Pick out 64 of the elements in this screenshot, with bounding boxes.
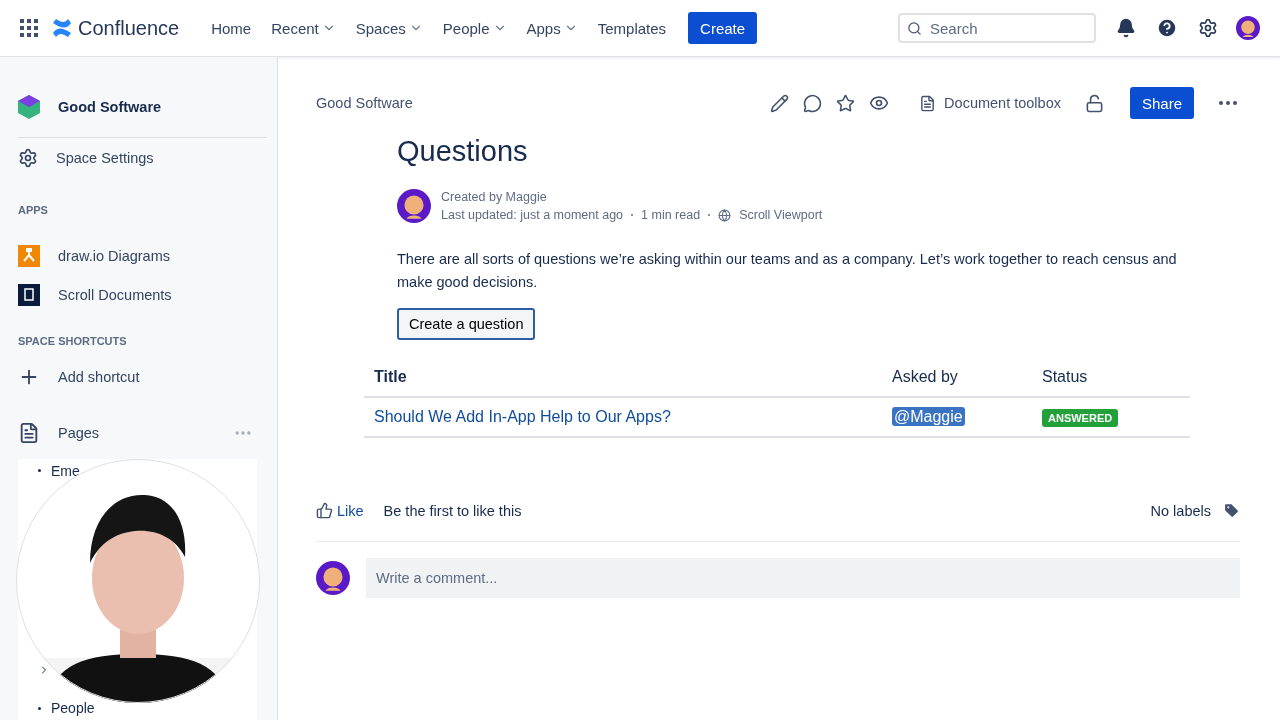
thumbs-up-icon xyxy=(316,502,333,519)
status-lozenge: ANSWERED xyxy=(1042,409,1119,427)
unlock-icon[interactable] xyxy=(1084,93,1104,113)
document-icon xyxy=(919,94,937,112)
star-icon[interactable] xyxy=(836,93,856,113)
sidebar-item[interactable]: Space Settings xyxy=(56,149,154,166)
section-heading: APPS xyxy=(18,203,49,216)
labels-text: No labels xyxy=(1150,502,1211,519)
logo-icon xyxy=(52,19,72,37)
share-button[interactable]: Share xyxy=(1129,87,1194,119)
column-header: Title xyxy=(364,354,882,397)
nav-item[interactable]: Spaces xyxy=(345,19,433,37)
avatar[interactable] xyxy=(316,561,350,595)
settings-icon xyxy=(18,147,38,168)
like-text: Be the first to like this xyxy=(383,502,522,519)
nav-item[interactable]: Templates xyxy=(587,19,677,37)
tag-icon[interactable] xyxy=(1223,502,1240,519)
nav-item[interactable]: People xyxy=(432,19,517,37)
nav-item[interactable]: Home xyxy=(201,19,262,37)
last-updated-text: Last updated: just a moment ago xyxy=(441,207,624,224)
column-header: Asked by xyxy=(882,354,1032,397)
user-mention[interactable]: @Maggie xyxy=(892,407,965,426)
page-icon xyxy=(18,422,40,444)
globe-icon xyxy=(718,208,732,222)
settings-icon[interactable] xyxy=(1198,18,1218,38)
page-title: Questions xyxy=(397,135,529,168)
product-name: Confluence xyxy=(78,16,180,40)
viewport-link[interactable]: Scroll Viewport xyxy=(739,206,823,224)
column-header: Status xyxy=(1032,354,1190,397)
avatar[interactable] xyxy=(397,189,431,223)
bullet-icon xyxy=(38,469,41,473)
section-heading: SPACE SHORTCUTS xyxy=(18,335,128,348)
like-button[interactable]: Like xyxy=(316,502,364,519)
notifications-icon[interactable] xyxy=(1116,18,1136,38)
search-field[interactable]: Search xyxy=(898,13,1096,43)
space-name[interactable]: Good Software xyxy=(58,98,162,115)
created-by-text: Created by Maggie xyxy=(441,189,548,206)
app-switcher-icon[interactable] xyxy=(20,19,38,37)
search-icon xyxy=(907,21,922,36)
watch-icon[interactable] xyxy=(869,93,890,113)
create-question-button[interactable]: Create a question xyxy=(397,308,536,340)
document-app-icon xyxy=(18,284,40,307)
body-text: There are all sorts of questions we’re asking within our teams and as a company. Let’s work together to reach census and make good decisions. xyxy=(397,250,1177,292)
avatar[interactable] xyxy=(1236,16,1260,40)
help-icon[interactable] xyxy=(1156,17,1178,39)
diagram-app-icon xyxy=(18,244,40,267)
edit-icon[interactable] xyxy=(770,93,790,113)
read-time-text: 1 min read xyxy=(641,207,701,224)
tree-item[interactable]: People xyxy=(51,700,95,717)
document-toolbox-button[interactable]: Document toolbox xyxy=(919,94,1061,112)
breadcrumb-link[interactable]: Good Software xyxy=(316,95,413,111)
comment-field[interactable]: Write a comment... xyxy=(366,558,1240,598)
sidebar-item[interactable]: Scroll Documents xyxy=(58,287,172,304)
tree-item[interactable]: Eme xyxy=(51,462,80,479)
sidebar-item[interactable]: draw.io Diagrams xyxy=(58,247,170,264)
question-link[interactable]: Should We Add In-App Help to Our Apps? xyxy=(374,408,671,425)
comment-icon[interactable] xyxy=(803,93,823,113)
sidebar-item[interactable]: Add shortcut xyxy=(58,369,140,386)
space-logo-icon xyxy=(18,94,40,119)
create-button[interactable]: Create xyxy=(688,12,758,44)
sidebar-item[interactable]: Pages xyxy=(58,425,100,441)
bullet-icon xyxy=(38,706,41,710)
nav-item[interactable]: Apps xyxy=(516,19,588,37)
nav-item[interactable]: Recent xyxy=(261,19,346,37)
